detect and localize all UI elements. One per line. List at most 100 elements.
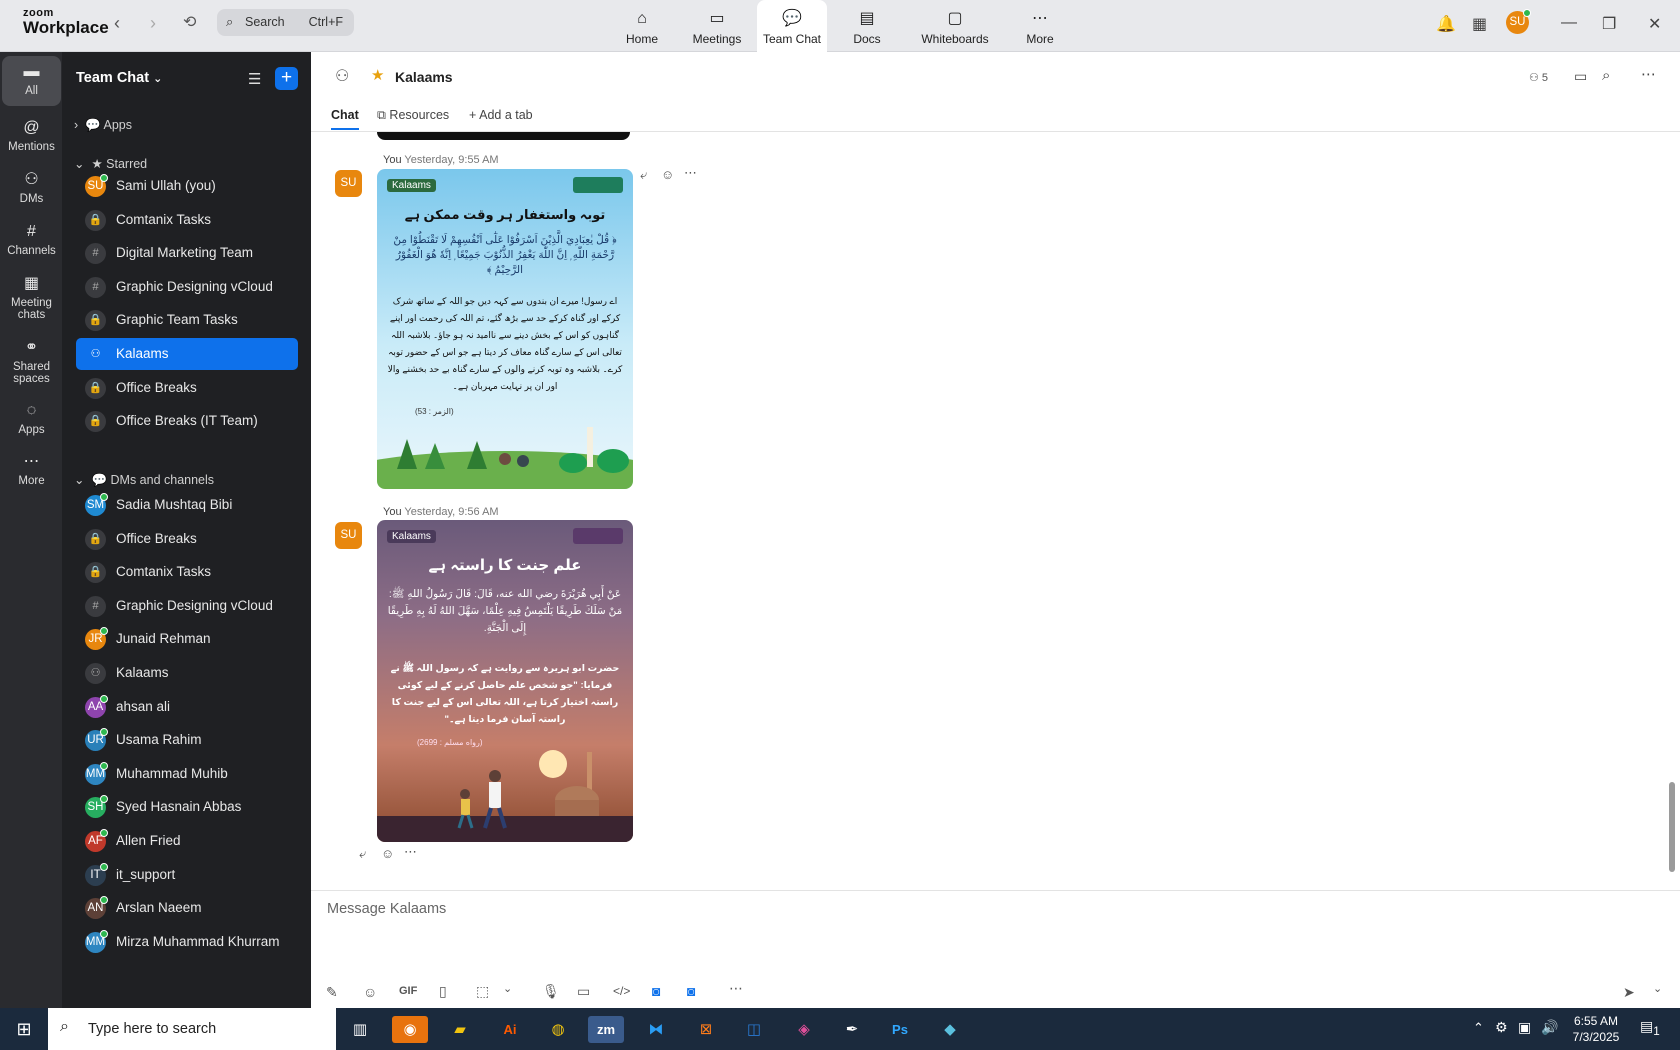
tab-more[interactable]: ⋯ More (1017, 0, 1063, 52)
tab-add[interactable]: + Add a tab (469, 108, 533, 122)
search-bar[interactable]: ⌕ Search Ctrl+F (217, 9, 354, 36)
tab-team-chat[interactable]: 💬 Team Chat (757, 0, 827, 52)
file-icon[interactable]: ▯ (439, 983, 447, 1000)
sidebar-item[interactable]: 🔒 Office Breaks (IT Team) (76, 405, 298, 437)
chat-title[interactable]: Kalaams (395, 69, 453, 85)
reply-icon[interactable]: ⤶ (359, 846, 366, 862)
microphone-icon[interactable]: 🎙 (542, 983, 560, 1000)
reply-icon[interactable]: ⤶ (640, 167, 647, 183)
tray-icon[interactable]: ⚙ (1495, 1019, 1508, 1036)
creative-cloud-icon[interactable]: ◈ (786, 1016, 822, 1043)
gif-icon[interactable]: GIF (399, 985, 417, 997)
sidebar-item[interactable]: 🔒 Office Breaks (76, 372, 298, 404)
tab-chat[interactable]: Chat (331, 108, 359, 130)
sidebar-item[interactable]: # Graphic Designing vCloud (76, 271, 298, 303)
message-input[interactable]: Message Kalaams (327, 901, 446, 917)
sidebar-item[interactable]: SM Sadia Mushtaq Bibi (76, 489, 298, 521)
composer-more-icon[interactable]: ⋯ (729, 980, 743, 997)
history-icon[interactable]: ⟲ (183, 14, 196, 32)
pen-tool-icon[interactable]: ✒ (834, 1016, 870, 1043)
sidebar-item[interactable]: SH Syed Hasnain Abbas (76, 791, 298, 823)
sender-name[interactable]: You (383, 506, 402, 518)
sidebar-item[interactable]: MM Muhammad Muhib (76, 758, 298, 790)
sender-avatar[interactable]: SU (335, 522, 362, 549)
sidebar-item[interactable]: 🔒 Office Breaks (76, 523, 298, 555)
section-apps[interactable]: › 💬 Apps (74, 118, 132, 133)
search-icon[interactable]: ⌕ (1602, 67, 1610, 84)
sidebar-item[interactable]: IT it_support (76, 859, 298, 891)
clock[interactable]: 6:55 AM 7/3/2025 (1565, 1013, 1627, 1045)
tab-docs[interactable]: ▤ Docs (842, 0, 892, 52)
rail-mentions[interactable]: @ Mentions (2, 112, 61, 153)
image-attachment[interactable]: Kalaams علم جنت کا راستہ ہے عَنْ أَبِي ه… (377, 520, 633, 842)
sidebar-item[interactable]: MM Mirza Muhammad Khurram (76, 926, 298, 958)
emoji-icon[interactable]: ☺ (363, 984, 377, 1000)
sidebar-item[interactable]: 🔒 Comtanix Tasks (76, 204, 298, 236)
sidebar-item[interactable]: # Digital Marketing Team (76, 237, 298, 269)
minimize-icon[interactable]: — (1561, 14, 1577, 32)
illustrator-icon[interactable]: Ai (492, 1016, 528, 1043)
emoji-reaction-icon[interactable]: ☺ (661, 167, 674, 182)
image-attachment[interactable]: Kalaams توبہ واستغفار ہر وقت ممکن ہے ﴿ ق… (377, 169, 633, 489)
message-more-icon[interactable]: ⋯ (404, 844, 417, 860)
star-icon[interactable]: ★ (371, 66, 384, 84)
rail-more[interactable]: ⋯ More (2, 446, 61, 487)
taskbar-search[interactable]: ⌕ Type here to search (48, 1008, 336, 1050)
task-view-icon[interactable]: ▥ (342, 1016, 378, 1043)
user-avatar[interactable]: SU (1506, 9, 1531, 34)
rail-apps[interactable]: ◌ Apps (2, 395, 61, 436)
rail-meeting-chats[interactable]: ▦ Meeting chats (2, 268, 61, 321)
rail-dms[interactable]: ⚇ DMs (2, 164, 61, 205)
maximize-icon[interactable]: ❐ (1602, 14, 1616, 34)
back-arrow-icon[interactable]: ‹ (114, 14, 120, 32)
sidebar-item[interactable]: ⚇ Kalaams (76, 657, 298, 689)
tab-resources[interactable]: ⧉ Resources (377, 108, 449, 123)
photoshop-icon[interactable]: Ps (882, 1016, 918, 1043)
message-more-icon[interactable]: ⋯ (684, 165, 697, 181)
rail-all[interactable]: ▬ All (2, 56, 61, 106)
outlook-icon[interactable]: ◫ (736, 1016, 772, 1043)
sidebar-item[interactable]: # Graphic Designing vCloud (76, 590, 298, 622)
firefox-icon[interactable]: ◉ (392, 1016, 428, 1043)
xampp-icon[interactable]: ⊠ (688, 1016, 724, 1043)
sidebar-item[interactable]: AF Allen Fried (76, 825, 298, 857)
more-options-icon[interactable]: ⋯ (1641, 65, 1656, 83)
sidebar-item[interactable]: 🔒 Comtanix Tasks (76, 556, 298, 588)
app-icon[interactable]: ◙ (652, 983, 660, 999)
windows-start-icon[interactable]: ⊞ (6, 1016, 42, 1043)
sidebar-item[interactable]: AN Arslan Naeem (76, 892, 298, 924)
sidebar-item[interactable]: SU Sami Ullah (you) (76, 170, 298, 202)
video-message-icon[interactable]: ▭ (577, 983, 590, 1000)
close-icon[interactable]: ✕ (1648, 14, 1661, 34)
tab-meetings[interactable]: ▭ Meetings (684, 0, 750, 52)
vscode-icon[interactable]: ⧓ (638, 1016, 674, 1043)
network-icon[interactable]: ▣ (1518, 1019, 1531, 1036)
file-explorer-icon[interactable]: ▰ (442, 1016, 478, 1043)
chevron-down-icon[interactable]: ⌄ (1653, 982, 1662, 995)
sidebar-item[interactable]: 🔒 Graphic Team Tasks (76, 304, 298, 336)
new-chat-button[interactable]: + (275, 67, 298, 90)
tab-whiteboards[interactable]: ▢ Whiteboards (915, 0, 995, 52)
sidebar-item[interactable]: JR Junaid Rehman (76, 623, 298, 655)
sidebar-title[interactable]: Team Chat ⌄ (76, 70, 162, 86)
notifications-icon[interactable]: ▤1 (1640, 1018, 1660, 1038)
sender-avatar[interactable]: SU (335, 170, 362, 197)
video-icon[interactable]: ▭ (1574, 68, 1587, 85)
chrome-icon[interactable]: ◍ (540, 1016, 576, 1043)
calendar-icon[interactable]: ▦ (1472, 14, 1487, 34)
tab-home[interactable]: ⌂ Home (612, 0, 672, 52)
sidebar-item[interactable]: ⚇ Kalaams (76, 338, 298, 370)
section-dms[interactable]: ⌄ 💬 DMs and channels (74, 472, 214, 488)
app-diamond-icon[interactable]: ◆ (932, 1016, 968, 1043)
send-icon[interactable]: ➤ (1623, 984, 1635, 1001)
zoom-taskbar-icon[interactable]: zm (588, 1016, 624, 1043)
rail-channels[interactable]: # Channels (2, 216, 61, 257)
forward-arrow-icon[interactable]: › (150, 14, 156, 32)
emoji-reaction-icon[interactable]: ☺ (381, 846, 394, 861)
filter-icon[interactable]: ☰ (248, 70, 261, 88)
sidebar-item[interactable]: AA ahsan ali (76, 691, 298, 723)
format-icon[interactable]: ✎ (326, 984, 338, 1001)
tray-chevron-icon[interactable]: ⌃ (1473, 1020, 1484, 1036)
bell-icon[interactable]: 🔔 (1436, 14, 1456, 34)
section-starred[interactable]: ⌄ ★ Starred (74, 156, 147, 171)
